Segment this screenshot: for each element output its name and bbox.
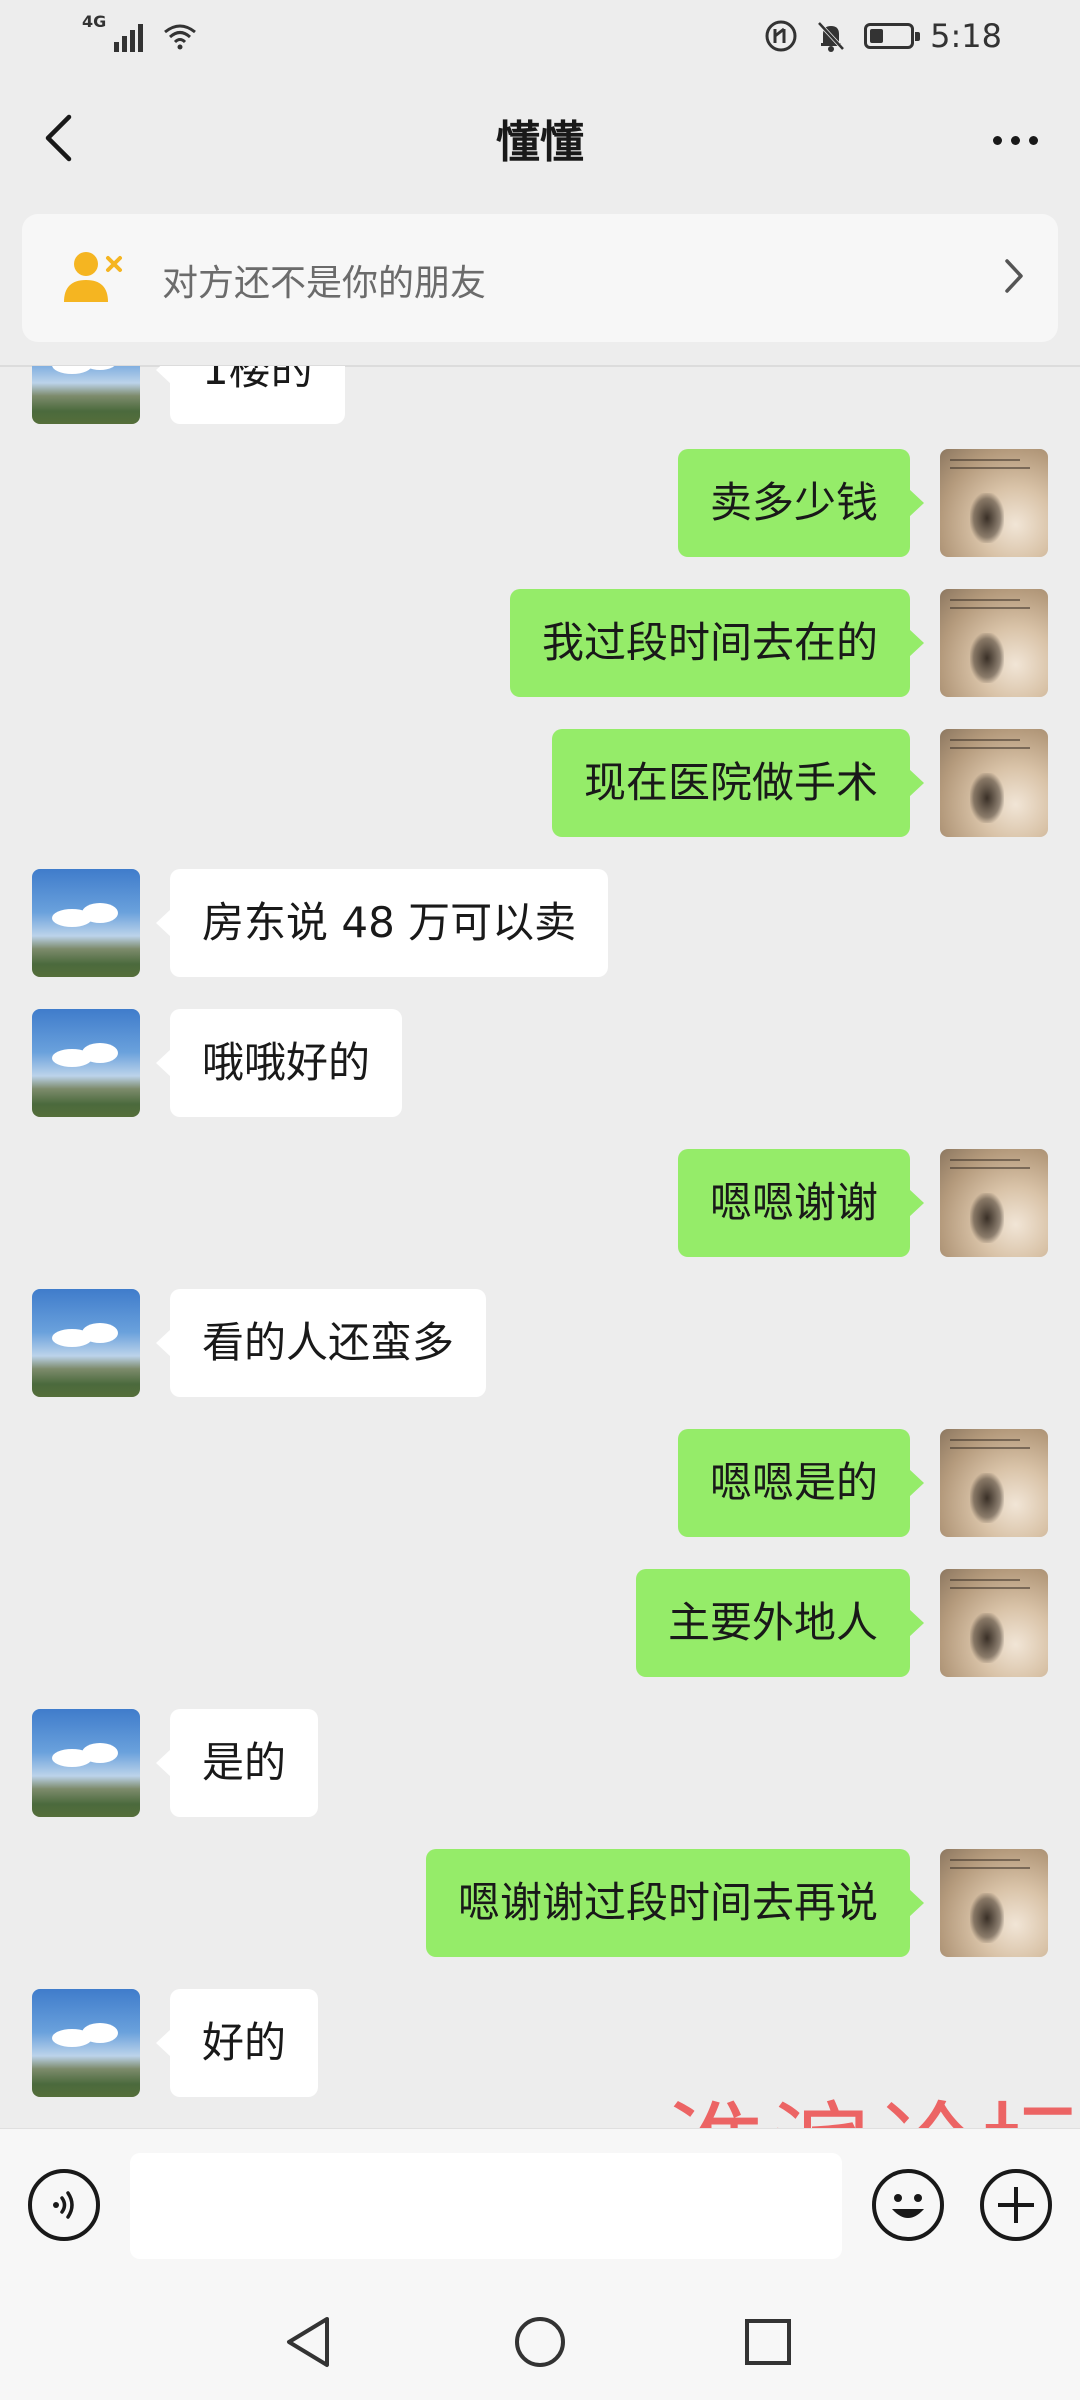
nav-back-button[interactable] <box>278 2312 338 2372</box>
outgoing-message[interactable]: 主要外地人 <box>635 1569 925 1677</box>
message-row: 卖多少钱 <box>0 449 1080 557</box>
status-left: 4G <box>82 14 197 52</box>
contact-avatar[interactable] <box>32 1989 140 2097</box>
contact-avatar[interactable] <box>32 1289 140 1397</box>
nav-home-button[interactable] <box>510 2312 570 2372</box>
plus-button[interactable] <box>980 2169 1052 2241</box>
message-list[interactable]: 1楼的 卖多少钱 我过段时间去在的 现在医院做手术 房东说 48 万可以卖 哦哦… <box>0 366 1080 2128</box>
incoming-message[interactable]: 是的 <box>155 1709 319 1817</box>
notice-text: 对方还不是你的朋友 <box>162 263 487 304</box>
outgoing-message[interactable]: 我过段时间去在的 <box>509 589 925 697</box>
incoming-message[interactable]: 1楼的 <box>156 366 345 424</box>
message-row: 是的 <box>0 1709 1080 1817</box>
clock: 5:18 <box>930 17 1002 55</box>
voice-button[interactable] <box>28 2169 100 2241</box>
incoming-message[interactable]: 好的 <box>155 1989 319 2097</box>
outgoing-message[interactable]: 嗯嗯谢谢 <box>677 1149 925 1257</box>
outgoing-message[interactable]: 嗯谢谢过段时间去再说 <box>425 1849 925 1957</box>
input-bar <box>0 2128 1080 2285</box>
status-bar: 4G 5:18 <box>0 0 1080 72</box>
system-nav-bar <box>0 2284 1080 2400</box>
message-row: 哦哦好的 <box>0 1009 1080 1117</box>
contact-avatar[interactable] <box>32 1009 140 1117</box>
message-row: 1楼的 <box>0 366 1080 424</box>
my-avatar[interactable] <box>940 449 1048 557</box>
battery-icon <box>864 23 921 49</box>
not-friend-notice[interactable]: 对方还不是你的朋友 <box>22 214 1058 342</box>
outgoing-message[interactable]: 嗯嗯是的 <box>677 1429 925 1537</box>
message-row: 主要外地人 <box>0 1569 1080 1677</box>
nfc-icon <box>765 20 797 52</box>
message-row: 房东说 48 万可以卖 <box>0 869 1080 977</box>
person-remove-icon <box>64 252 122 302</box>
contact-avatar[interactable] <box>32 1709 140 1817</box>
status-right: 5:18 <box>764 14 1002 58</box>
nav-recent-icon <box>745 2319 791 2365</box>
incoming-message[interactable]: 看的人还蛮多 <box>155 1289 487 1397</box>
nav-recent-button[interactable] <box>738 2312 798 2372</box>
more-dots-icon <box>992 135 1002 145</box>
message-input[interactable] <box>130 2153 842 2259</box>
chat-header: 懂懂 <box>0 72 1080 204</box>
my-avatar[interactable] <box>940 589 1048 697</box>
message-row: 嗯谢谢过段时间去再说 <box>0 1849 1080 1957</box>
incoming-message[interactable]: 房东说 48 万可以卖 <box>155 869 609 977</box>
mute-bell-icon <box>817 21 845 52</box>
my-avatar[interactable] <box>940 1849 1048 1957</box>
my-avatar[interactable] <box>940 1149 1048 1257</box>
nav-home-icon <box>515 2317 565 2367</box>
outgoing-message[interactable]: 现在医院做手术 <box>551 729 925 837</box>
my-avatar[interactable] <box>940 1569 1048 1677</box>
message-row: 嗯嗯谢谢 <box>0 1149 1080 1257</box>
voice-icon <box>53 2191 74 2219</box>
signal-icon <box>114 22 144 52</box>
my-avatar[interactable] <box>940 729 1048 837</box>
nav-back-icon <box>287 2317 329 2367</box>
contact-avatar[interactable] <box>32 366 140 424</box>
outgoing-message[interactable]: 卖多少钱 <box>677 449 925 557</box>
message-row: 我过段时间去在的 <box>0 589 1080 697</box>
more-button[interactable] <box>980 110 1050 170</box>
network-type: 4G <box>82 12 107 31</box>
chevron-right-icon <box>1005 259 1023 293</box>
message-row: 现在医院做手术 <box>0 729 1080 837</box>
wifi-icon <box>164 24 197 50</box>
my-avatar[interactable] <box>940 1429 1048 1537</box>
message-row: 看的人还蛮多 <box>0 1289 1080 1397</box>
incoming-message[interactable]: 哦哦好的 <box>155 1009 403 1117</box>
emoji-button[interactable] <box>872 2169 944 2241</box>
page-title: 懂懂 <box>496 117 584 168</box>
contact-avatar[interactable] <box>32 869 140 977</box>
emoji-icon <box>892 2194 924 2218</box>
message-row: 嗯嗯是的 <box>0 1429 1080 1537</box>
